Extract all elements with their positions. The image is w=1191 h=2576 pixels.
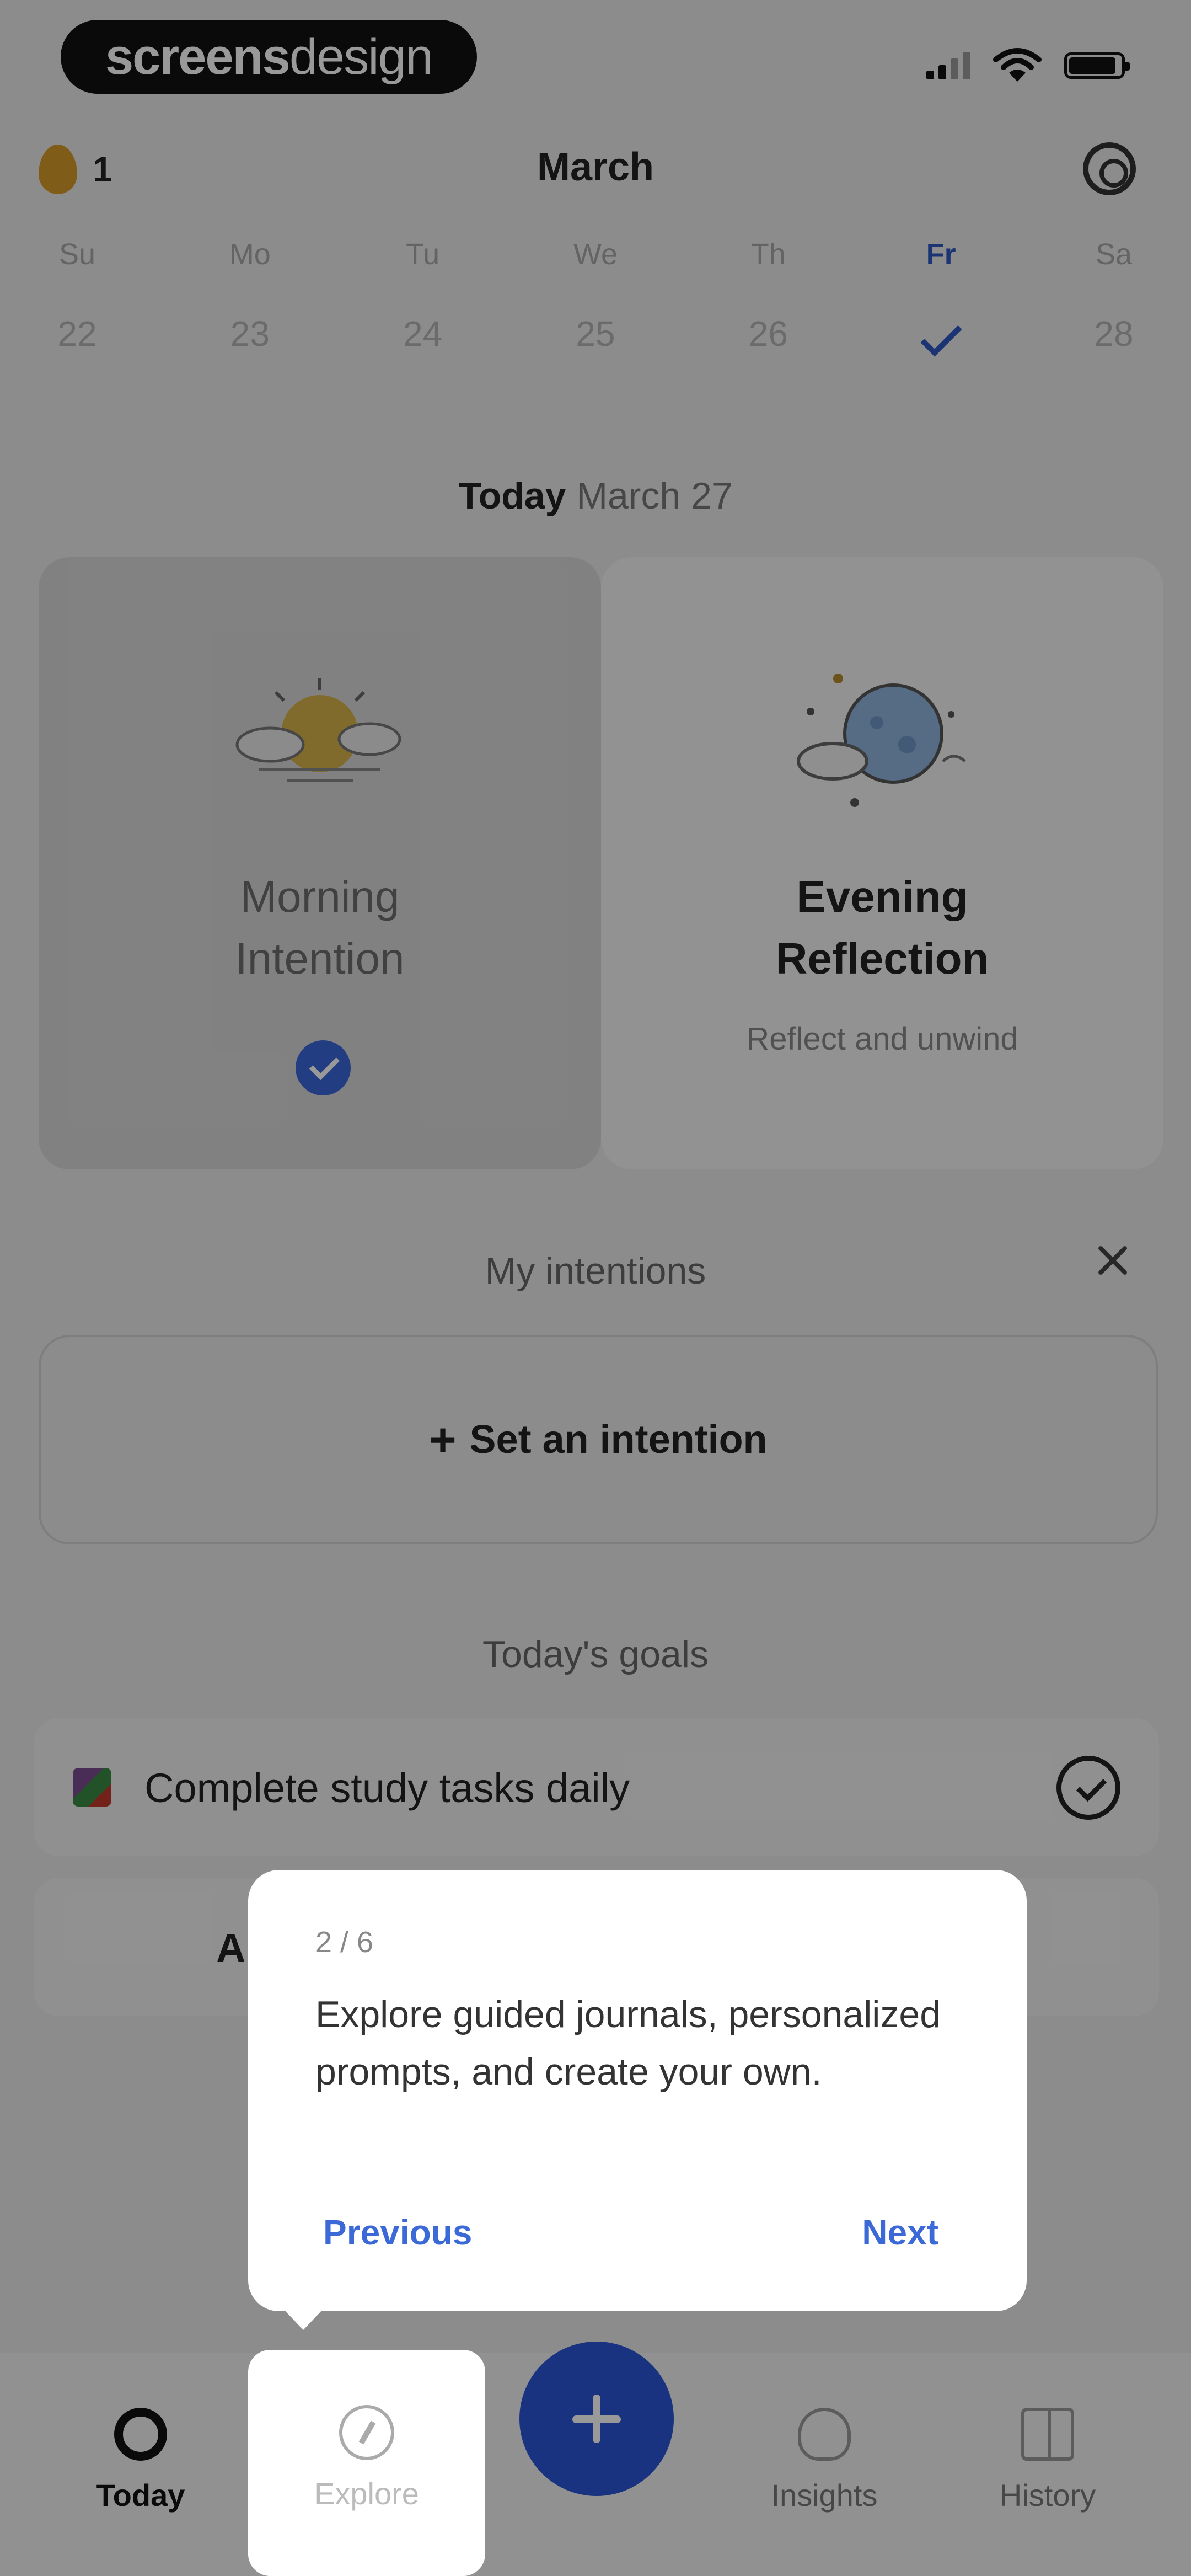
evening-reflection-subtitle: Reflect and unwind [746,1021,1018,1057]
set-intention-label: Set an intention [469,1418,768,1462]
tab-label: History [999,2478,1096,2513]
day-date: 28 [1094,314,1134,354]
tooltip-step-counter: 2 / 6 [315,1926,374,1959]
books-icon [73,1768,111,1807]
battery-icon [1064,52,1130,79]
day-date: 22 [57,314,97,354]
day-thursday[interactable]: Th 26 [713,237,823,354]
day-date: 23 [230,314,270,354]
settings-gear-icon[interactable] [1083,142,1136,195]
screensdesign-watermark: screens design [61,20,477,94]
set-intention-button[interactable]: + Set an intention [39,1335,1158,1544]
tab-explore[interactable]: Explore [248,2350,485,2576]
evening-reflection-title: Evening Reflection [601,866,1163,990]
day-name: Th [750,238,786,271]
my-intentions-heading: My intentions [485,1250,706,1292]
completed-check-icon [296,1040,351,1095]
month-title: March [537,145,654,189]
day-name: Su [58,238,96,271]
title-line: Morning [240,872,400,921]
add-entry-button[interactable] [519,2342,674,2496]
day-date: 24 [403,314,443,354]
title-line: Evening [796,872,968,921]
today-heading: Today March 27 [0,474,1191,517]
today-label: Today [458,475,566,517]
morning-intention-title: Morning Intention [39,866,601,990]
tooltip-body: Explore guided journals, personalized pr… [315,1994,941,2093]
previous-button[interactable]: Previous [323,2212,472,2253]
day-tuesday[interactable]: Tu 24 [368,237,478,354]
compass-icon [339,2405,394,2460]
next-button[interactable]: Next [862,2212,938,2253]
day-name: Mo [229,238,271,271]
check-icon [920,315,962,357]
day-completed-check [886,313,996,357]
day-sunday[interactable]: Su 22 [22,237,132,354]
watermark-light: design [289,28,433,85]
tab-label: Today [96,2478,185,2513]
day-date: 26 [748,314,788,354]
day-saturday[interactable]: Sa 28 [1059,237,1169,354]
day-name: Sa [1095,238,1132,271]
todays-goals-heading: Today's goals [482,1633,709,1675]
plus-icon: + [429,1413,457,1466]
day-monday[interactable]: Mo 23 [195,237,305,354]
wifi-icon [993,48,1042,82]
tab-label: Insights [771,2478,878,2513]
goal-complete-check-icon[interactable] [1056,1756,1120,1820]
day-friday[interactable]: Fr [886,237,996,357]
tab-insights[interactable]: Insights [736,2375,913,2540]
goal-text: Complete study tasks daily [144,1765,630,1811]
moon-cloud-icon [797,674,966,807]
book-icon [1021,2408,1074,2461]
onboarding-tooltip: 2 / 6 Explore guided journals, personali… [248,1870,1027,2330]
day-name: Tu [406,238,440,271]
close-icon[interactable] [1093,1241,1131,1280]
evening-reflection-card[interactable]: Evening Reflection Reflect and unwind [601,557,1163,1169]
sun-cloud-icon [235,678,401,782]
day-wednesday[interactable]: We 25 [540,237,651,354]
today-date: March 27 [576,475,733,517]
today-ring-icon [114,2408,167,2461]
title-line: Intention [235,934,405,983]
goal-item[interactable]: Complete study tasks daily [34,1718,1159,1856]
title-line: Reflection [775,934,989,983]
morning-intention-card[interactable]: Morning Intention [39,557,601,1169]
goal-text: A [216,1925,246,1971]
tab-label: Explore [314,2476,419,2511]
tab-today[interactable]: Today [52,2375,229,2540]
watermark-bold: screens [105,28,291,85]
signal-icon [926,52,970,79]
week-strip: Su 22 Mo 23 Tu 24 We 25 Th 26 Fr Sa 28 [22,237,1169,357]
status-icons [926,47,1130,84]
lightbulb-icon [798,2408,851,2461]
day-name: Fr [926,238,956,271]
day-date: 25 [576,314,615,354]
day-name: We [573,238,618,271]
tab-history[interactable]: History [959,2375,1136,2540]
